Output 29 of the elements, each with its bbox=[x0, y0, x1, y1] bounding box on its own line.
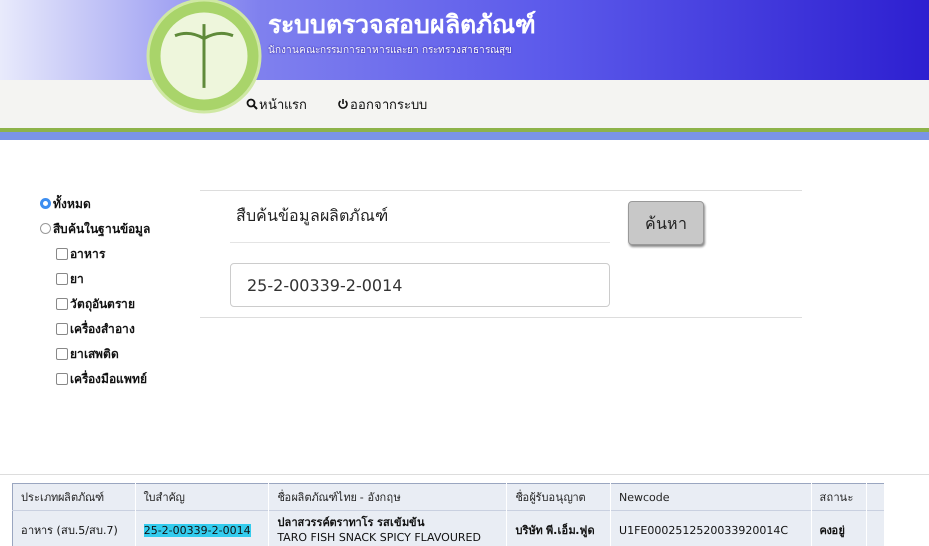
category-checkbox[interactable]: เครื่องสำอาง bbox=[40, 319, 200, 338]
power-icon bbox=[337, 98, 349, 110]
search-icon bbox=[246, 98, 258, 110]
search-button[interactable]: ค้นหา bbox=[628, 201, 704, 245]
table-cell: คงอยู่ bbox=[811, 510, 866, 546]
column-header: Newcode bbox=[610, 484, 812, 510]
nav-link[interactable]: ออกจากระบบ bbox=[337, 94, 427, 114]
table-cell: ปลาสวรรค์ตราทาโร รสเข้มข้น TARO FISH SNACK SPICY FLAVOURED bbox=[268, 510, 507, 546]
category-checkbox[interactable]: เครื่องมือแพทย์ bbox=[40, 369, 200, 388]
table-cell: 25-2-00339-2-0014 bbox=[135, 510, 269, 546]
scope-radio[interactable]: ทั้งหมด bbox=[40, 194, 200, 213]
column-header: ชื่อผู้รับอนุญาต bbox=[506, 484, 611, 510]
category-checkbox[interactable]: วัตถุอันตราย bbox=[40, 294, 200, 313]
category-checkbox[interactable]: อาหาร bbox=[40, 244, 200, 263]
column-header: ชื่อผลิตภัณฑ์ไทย - อังกฤษ bbox=[268, 484, 507, 510]
table-cell: อาหาร (สบ.5/สบ.7) bbox=[12, 510, 136, 546]
table-cell: บริษัท พี.เอ็ม.ฟูด bbox=[506, 510, 611, 546]
site-subtitle: นักงานคณะกรรมการอาหารและยา กระทรวงสาธารณสุข bbox=[268, 44, 514, 57]
nav-link[interactable]: หน้าแรก bbox=[246, 94, 307, 114]
column-header: ใบสำคัญ bbox=[135, 484, 269, 510]
site-title: ระบบตรวจสอบผลิตภัณฑ์ bbox=[268, 10, 536, 40]
table-cell: U1FE0002512520033920014C bbox=[610, 510, 812, 546]
column-header: สถานะ bbox=[811, 484, 866, 510]
category-checkbox[interactable]: ยาเสพติด bbox=[40, 344, 200, 363]
scope-radio[interactable]: สืบค้นในฐานข้อมูล bbox=[40, 219, 200, 238]
category-checkbox[interactable]: ยา bbox=[40, 269, 200, 288]
search-heading: สืบค้นข้อมูลผลิตภัณฑ์ bbox=[230, 191, 610, 243]
search-field[interactable]: 25-2-00339-2-0014 bbox=[230, 263, 610, 307]
column-header: ประเภทผลิตภัณฑ์ bbox=[12, 484, 136, 510]
